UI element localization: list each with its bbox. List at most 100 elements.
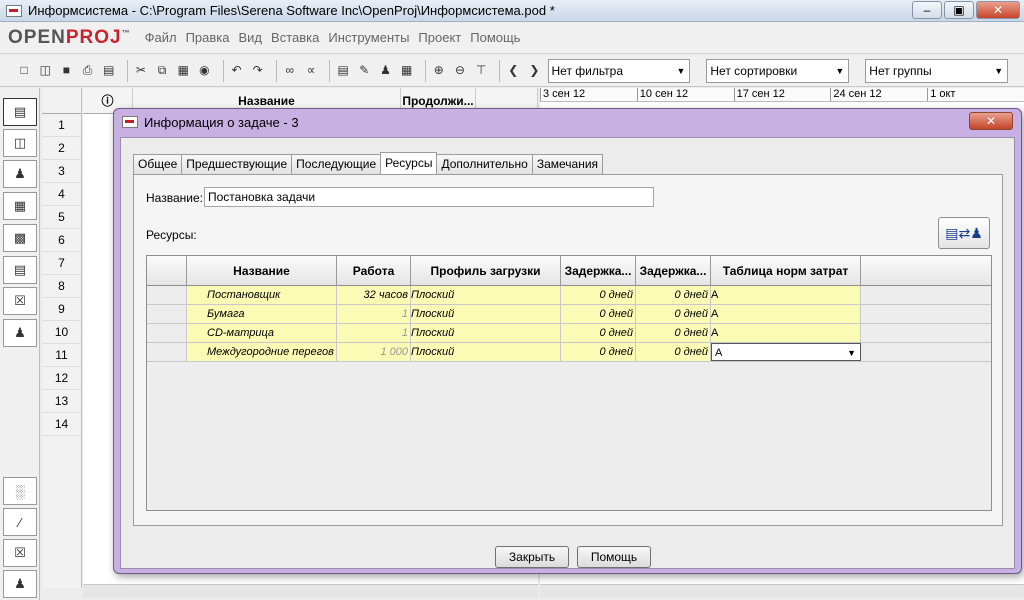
column-header-delay[interactable]: Задержка... <box>561 256 636 285</box>
row-header[interactable] <box>147 286 187 304</box>
work-cell[interactable]: 32 часов <box>337 286 411 304</box>
maximize-button[interactable]: ▣ <box>944 1 974 19</box>
row-number[interactable]: 3 <box>42 160 81 183</box>
grid-horizontal-scrollbar[interactable] <box>83 584 538 598</box>
column-header-leveling-delay[interactable]: Задержка... <box>636 256 711 285</box>
menu-project[interactable]: Проект <box>418 30 461 45</box>
row-number[interactable]: 1 <box>42 114 81 137</box>
resource-name-cell[interactable]: CD-матрица <box>187 324 337 342</box>
new-project-icon[interactable]: □ <box>16 62 32 79</box>
cost-rate-table-cell[interactable]: A <box>711 324 861 342</box>
leveling-delay-cell[interactable]: 0 дней <box>636 305 711 323</box>
chevron-down-icon[interactable]: ▼ <box>847 344 856 360</box>
menu-help[interactable]: Помощь <box>470 30 520 45</box>
task-usage-icon[interactable]: ☒ <box>3 287 37 315</box>
tab-advanced[interactable]: Дополнительно <box>436 154 533 174</box>
paste-icon[interactable]: ▦ <box>175 62 191 79</box>
assign-resources-button[interactable]: ▤⇄♟ <box>938 217 990 249</box>
scroll-to-task-icon[interactable]: ⊤ <box>473 62 489 79</box>
gantt-view-icon[interactable]: ▤ <box>3 98 37 126</box>
undo-icon[interactable]: ↶ <box>228 62 244 79</box>
row-number[interactable]: 11 <box>42 344 81 367</box>
delay-cell[interactable]: 0 дней <box>561 343 636 361</box>
row-number[interactable]: 2 <box>42 137 81 160</box>
row-number[interactable]: 12 <box>42 367 81 390</box>
menu-file[interactable]: Файл <box>145 30 177 45</box>
row-header[interactable] <box>147 324 187 342</box>
row-number[interactable]: 5 <box>42 206 81 229</box>
column-header-work[interactable]: Работа <box>337 256 411 285</box>
row-number[interactable]: 7 <box>42 252 81 275</box>
leveling-delay-cell[interactable]: 0 дней <box>636 343 711 361</box>
outdent-icon[interactable]: ❮ <box>505 62 521 79</box>
row-number[interactable]: 4 <box>42 183 81 206</box>
row-number[interactable]: 6 <box>42 229 81 252</box>
filter-select[interactable]: Нет фильтра ▼ <box>547 58 691 83</box>
profile-cell[interactable]: Плоский <box>411 286 561 304</box>
profile-cell[interactable]: Плоский <box>411 305 561 323</box>
reports-view-icon[interactable]: ▤ <box>3 256 37 284</box>
cost-rate-table-cell[interactable]: A <box>711 305 861 323</box>
copy-icon[interactable]: ⧉ <box>154 62 170 79</box>
row-header[interactable] <box>147 305 187 323</box>
indent-icon[interactable]: ❯ <box>526 62 542 79</box>
table-row[interactable]: Междугородние перегов 1 000 Плоский 0 дн… <box>147 343 991 362</box>
work-cell[interactable]: 1 <box>337 324 411 342</box>
close-window-button[interactable]: ✕ <box>976 1 1020 19</box>
zoom-in-icon[interactable]: ⊕ <box>431 62 447 79</box>
row-number[interactable]: 9 <box>42 298 81 321</box>
row-number[interactable]: 10 <box>42 321 81 344</box>
redo-icon[interactable]: ↷ <box>250 62 266 79</box>
row-header[interactable] <box>147 343 187 361</box>
dialog-close-button[interactable]: ✕ <box>969 112 1013 130</box>
help-button[interactable]: Помощь <box>577 546 651 568</box>
assign-resources-icon[interactable]: ♟ <box>377 62 393 79</box>
resource-name-cell[interactable]: Междугородние перегов <box>187 343 337 361</box>
work-cell[interactable]: 1 000 <box>337 343 411 361</box>
row-number[interactable]: 8 <box>42 275 81 298</box>
menu-view[interactable]: Вид <box>239 30 263 45</box>
menu-edit[interactable]: Правка <box>186 30 230 45</box>
menu-insert[interactable]: Вставка <box>271 30 319 45</box>
profile-cell[interactable]: Плоский <box>411 343 561 361</box>
delay-cell[interactable]: 0 дней <box>561 286 636 304</box>
column-header-cost-rate-table[interactable]: Таблица норм затрат <box>711 256 861 285</box>
network-view-icon[interactable]: ◫ <box>3 129 37 157</box>
tab-notes[interactable]: Замечания <box>531 154 604 174</box>
tab-resources[interactable]: Ресурсы <box>380 152 438 174</box>
profile-cell[interactable]: Плоский <box>411 324 561 342</box>
cut-icon[interactable]: ✂ <box>133 62 149 79</box>
wbs-view-icon[interactable]: ▦ <box>3 192 37 220</box>
link-icon[interactable]: ∞ <box>282 62 298 79</box>
resources-view-icon[interactable]: ♟ <box>3 160 37 188</box>
resource-usage-icon[interactable]: ♟ <box>3 319 37 347</box>
sort-select[interactable]: Нет сортировки ▼ <box>706 58 850 83</box>
table-icon[interactable]: ▦ <box>399 62 415 79</box>
notes-icon[interactable]: ✎ <box>356 62 372 79</box>
print-icon[interactable]: ⎙ <box>80 62 96 79</box>
leveling-delay-cell[interactable]: 0 дней <box>636 324 711 342</box>
row-number[interactable]: 13 <box>42 390 81 413</box>
resource-name-cell[interactable]: Бумага <box>187 305 337 323</box>
group-select[interactable]: Нет группы ▼ <box>865 58 1009 83</box>
cost-rate-table-dropdown[interactable]: A ▼ <box>711 343 861 361</box>
tab-general[interactable]: Общее <box>133 154 183 174</box>
find-icon[interactable]: ◉ <box>196 62 212 79</box>
tab-predecessors[interactable]: Предшествующие <box>181 154 293 174</box>
task-usage-detail-icon[interactable]: ☒ <box>3 539 37 567</box>
leveling-delay-cell[interactable]: 0 дней <box>636 286 711 304</box>
cost-rate-table-cell[interactable]: A <box>711 286 861 304</box>
task-name-field[interactable]: Постановка задачи <box>204 187 654 207</box>
minimize-button[interactable]: – <box>912 1 942 19</box>
delay-cell[interactable]: 0 дней <box>561 324 636 342</box>
histogram-icon[interactable]: ░ <box>3 477 37 505</box>
print-preview-icon[interactable]: ▤ <box>101 62 117 79</box>
open-project-icon[interactable]: ◫ <box>37 62 53 79</box>
work-cell[interactable]: 1 <box>337 305 411 323</box>
task-info-icon[interactable]: ▤ <box>335 62 351 79</box>
delay-cell[interactable]: 0 дней <box>561 305 636 323</box>
row-number[interactable]: 14 <box>42 413 81 436</box>
gantt-horizontal-scrollbar[interactable] <box>540 584 1024 598</box>
charts-icon[interactable]: ∕ <box>3 508 37 536</box>
close-button[interactable]: Закрыть <box>495 546 569 568</box>
